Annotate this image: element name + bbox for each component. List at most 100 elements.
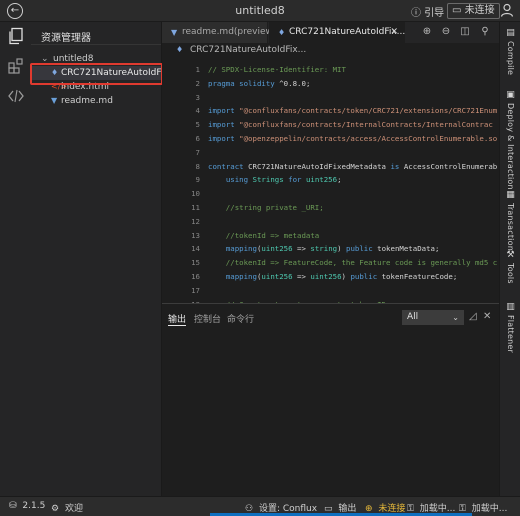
ethereum-icon: ♦ [51,68,59,77]
right-tool-bar: ▤ Compile ▣ Deploy & Interaction ▦ Trans… [499,22,520,496]
line-number: 17 [191,285,200,295]
close-panel-icon[interactable]: ✕ [483,311,491,322]
code-line[interactable]: 7 [162,146,499,160]
folder-label: untitled8 [53,54,94,64]
tab-crc721[interactable]: ♦ CRC721NatureAutoIdFix... ✕ [269,22,405,43]
compile-button[interactable]: ▤ Compile [503,28,518,75]
line-number: 9 [195,175,200,185]
close-icon[interactable]: ✕ [390,22,398,43]
question-circle-icon: ⓘ [411,8,421,19]
transaction-label: Transaction [506,203,515,251]
line-number: 15 [191,258,200,268]
tools-icon: ⚒ [506,250,515,260]
file-item-index-html[interactable]: </> index.html [31,80,161,94]
ethereum-icon: ♦ [278,28,286,37]
line-number: 12 [191,216,200,226]
line-number: 2 [195,78,200,88]
clear-output-icon[interactable]: ◿ [469,311,477,322]
search-icon[interactable]: ⚲ [478,25,492,39]
folder-untitled8[interactable]: ⌄ untitled8 [31,52,161,66]
user-icon[interactable] [500,3,514,20]
code-line[interactable]: 6 import "@openzeppelin/contracts/access/… [162,132,499,146]
code-line[interactable]: 5 import "@confluxfans/contracts/Internal… [162,118,499,132]
file-item-readme[interactable]: ▼ readme.md [31,94,161,108]
code-line[interactable]: 2 pragma solidity ^0.8.0; [162,77,499,91]
zoom-in-icon[interactable]: ⊕ [420,25,434,39]
version-label: 2.1.5 [22,501,46,511]
code-line[interactable]: 8 contract CRC721NatureAutoIdFixedMetadat… [162,160,499,174]
zoom-out-icon[interactable]: ⊖ [439,25,453,39]
line-number: 4 [195,106,200,116]
code-line[interactable]: 16 mapping(uint256 => uint256) public to… [162,270,499,284]
code-line[interactable]: 11 //string private _URI; [162,201,499,215]
extensions-icon[interactable] [7,57,25,75]
tools-label: Tools [506,263,515,284]
line-text: import "@openzeppelin/contracts/access/A… [208,134,498,143]
line-number: 3 [195,92,200,102]
flattener-button[interactable]: ▥ Flattener [503,302,518,353]
line-number: 8 [195,161,200,171]
code-line[interactable]: 12 [162,215,499,229]
split-editor-icon[interactable]: ◫ [458,25,472,39]
tab-output[interactable]: 输出 [168,312,187,326]
tools-button[interactable]: ⚒ Tools [503,250,518,284]
file-item-crc721[interactable]: ♦ CRC721NatureAutoIdFix... [31,66,177,80]
help-guide-button[interactable]: ⓘ 引导 [411,4,444,19]
tab-label: CRC721NatureAutoIdFix... [289,27,406,37]
chevron-down-icon: ⌄ [452,313,459,322]
tab-readme-preview[interactable]: ▼ readme.md(preview) [162,22,276,43]
settings-dial-icon: ⚙ [51,504,60,514]
code-line[interactable]: 4 import "@confluxfans/contracts/token/CR… [162,104,499,118]
help-guide-label: 引导 [424,8,445,19]
output-panel: 输出 控制台 命令行 All ⌄ ◿ ✕ [162,303,499,496]
line-text: import "@confluxfans/contracts/token/CRC… [208,106,498,116]
editor-tab-bar: ▼ readme.md(preview) ♦ CRC721NatureAutoI… [162,22,499,43]
bookmark-icon: ▼ [171,28,178,37]
line-number: 16 [191,272,200,281]
line-number: 14 [191,244,200,254]
code-chevrons-icon[interactable] [7,87,25,105]
loading-label-2: 加载中... [471,504,508,514]
line-number: 5 [195,120,200,130]
deploy-interaction-button[interactable]: ▣ Deploy & Interaction [503,90,518,190]
chevron-down-icon: ⌄ [41,54,49,64]
activity-bar [0,22,31,496]
flattener-icon: ▥ [506,302,515,312]
code-line[interactable]: 1 // SPDX-License-Identifier: MIT [162,63,499,77]
compile-icon: ▤ [506,28,515,38]
line-text: //string private _URI; [208,203,324,212]
flattener-label: Flattener [506,315,515,354]
code-line[interactable]: 14 mapping(uint256 => string) public tok… [162,242,499,256]
breadcrumb-file[interactable]: CRC721NatureAutoIdFix... [190,43,306,57]
code-line[interactable]: 10 [162,187,499,201]
line-number: 10 [191,189,200,199]
tab-terminal[interactable]: 命令行 [227,312,254,325]
line-number: 6 [195,134,200,143]
divider [31,44,161,45]
filter-value: All [407,312,419,322]
code-line[interactable]: 3 [162,91,499,105]
line-text: // SPDX-License-Identifier: MIT [208,65,346,74]
tab-console[interactable]: 控制台 [194,312,221,325]
title-bar: ← untitled8 ⓘ 引导 ▭ 未连接 [0,0,520,22]
code-line[interactable]: 15 //tokenId => FeatureCode, the Feature… [162,256,499,270]
explorer-title: 资源管理器 [41,33,91,44]
output-filter-select[interactable]: All ⌄ [402,310,464,325]
code-line[interactable]: 17 [162,284,499,298]
welcome-button[interactable]: ⚙ 欢迎 [51,501,83,514]
code-line[interactable]: 13 //tokenId => metadata [162,229,499,243]
code-editor[interactable]: 1 // SPDX-License-Identifier: MIT 2 pragma … [162,57,499,303]
explorer-files-icon[interactable] [7,27,25,45]
code-line[interactable]: 9 using Strings for uint256; [162,173,499,187]
file-label: CRC721NatureAutoIdFix... [61,68,178,78]
line-text: contract CRC721NatureAutoIdFixedMetadata… [208,161,498,171]
explorer-sidebar: 资源管理器 ⌄ untitled8 ♦ CRC721NatureAutoIdFi… [31,22,177,496]
line-text: mapping(uint256 => string) public tokenM… [225,244,440,254]
line-number: 13 [191,230,200,240]
transaction-button[interactable]: ▦ Transaction [503,190,518,251]
connection-button[interactable]: ▭ 未连接 [447,3,500,19]
compile-label: Compile [506,41,515,76]
version-indicator[interactable]: ⛁ 2.1.5 [9,501,45,511]
line-text: //tokenId => FeatureCode, the Feature co… [208,258,498,268]
database-icon: ⛁ [9,501,17,511]
